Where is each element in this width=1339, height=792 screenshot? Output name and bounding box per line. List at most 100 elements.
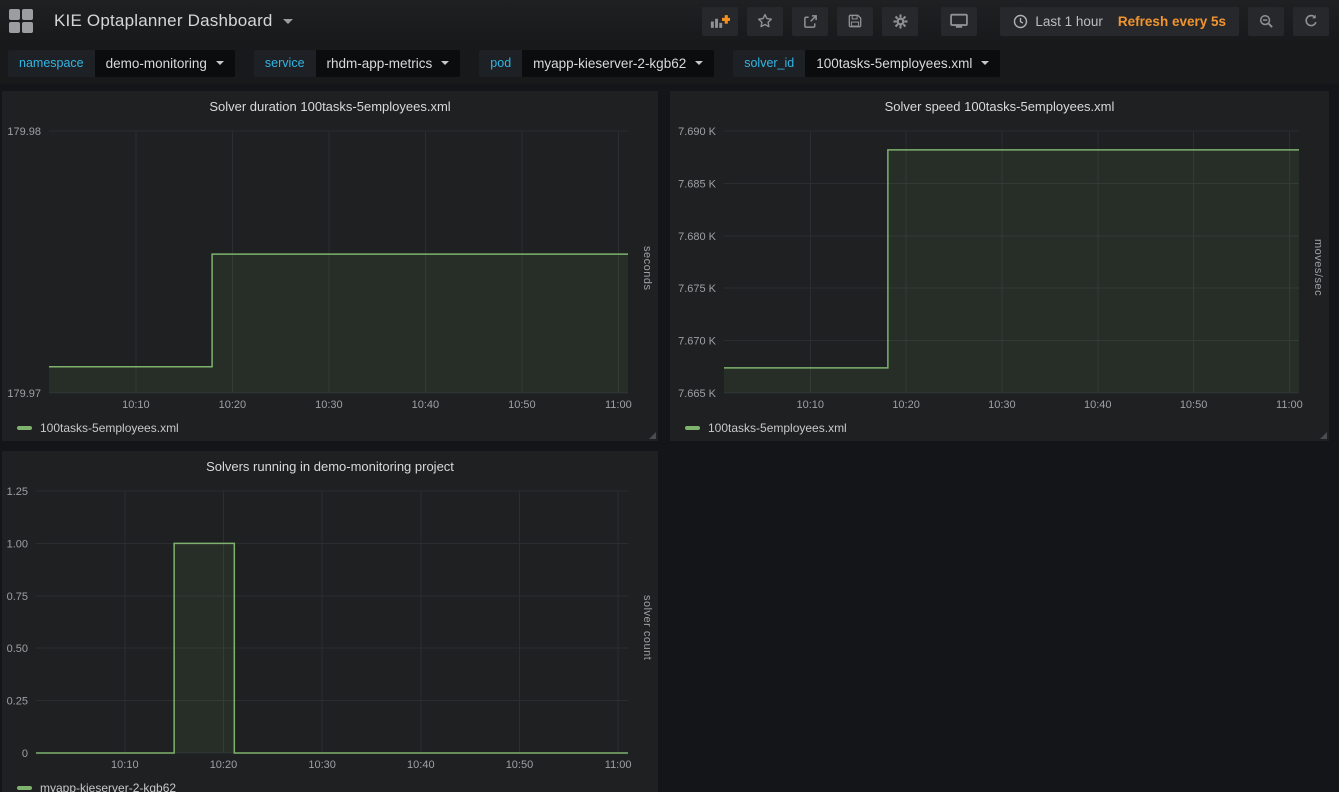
svg-text:10:30: 10:30 — [308, 759, 336, 771]
caret-down-icon — [441, 61, 449, 65]
add-panel-button[interactable] — [702, 7, 738, 36]
svg-text:10:20: 10:20 — [219, 399, 247, 411]
legend-series-dash-icon — [17, 786, 32, 790]
tv-cycle-view-button[interactable] — [941, 7, 977, 36]
svg-text:10:40: 10:40 — [412, 399, 440, 411]
navbar: KIE Optaplanner Dashboard — [0, 0, 1339, 42]
variable-name-label: pod — [479, 50, 522, 77]
chart-legend: myapp-kieserver-2-kgb62 — [2, 775, 658, 792]
legend-series-label[interactable]: myapp-kieserver-2-kgb62 — [40, 781, 176, 792]
svg-text:10:50: 10:50 — [506, 759, 534, 771]
svg-text:10:40: 10:40 — [1084, 399, 1112, 411]
svg-text:10:50: 10:50 — [508, 399, 536, 411]
variable-value-text: demo-monitoring — [106, 56, 207, 71]
share-dashboard-button[interactable] — [792, 7, 828, 36]
grafana-logo-icon[interactable] — [9, 9, 33, 33]
panel-title[interactable]: Solver speed 100tasks-5employees.xml — [670, 91, 1329, 121]
refresh-dashboard-button[interactable] — [1293, 7, 1329, 36]
time-series-chart[interactable]: 7.665 K 7.670 K 7.675 K 7.680 K 7.685 K 7.690… — [670, 121, 1329, 415]
clock-icon — [1013, 14, 1028, 29]
variable-name-label: solver_id — [733, 50, 805, 77]
svg-text:1.25: 1.25 — [7, 486, 28, 498]
variable-service: service rhdm-app-metrics — [254, 50, 460, 77]
y-axis-unit-label: moves/sec — [1312, 121, 1324, 415]
zoom-out-time-button[interactable] — [1248, 7, 1284, 36]
y-axis-unit-label: solver count — [641, 481, 653, 775]
share-icon — [803, 14, 818, 29]
svg-text:1.00: 1.00 — [7, 538, 28, 550]
caret-down-icon — [981, 61, 989, 65]
svg-text:0.50: 0.50 — [7, 643, 28, 655]
panel-solver-duration: Solver duration 100tasks-5employees.xml … — [2, 91, 658, 441]
time-range-label: Last 1 hour — [1035, 14, 1103, 29]
svg-text:10:40: 10:40 — [407, 759, 435, 771]
chart-legend: 100tasks-5employees.xml — [670, 415, 1329, 441]
caret-down-icon — [695, 61, 703, 65]
svg-text:7.690 K: 7.690 K — [678, 126, 717, 138]
magnifier-minus-icon — [1259, 14, 1274, 29]
svg-text:179.98: 179.98 — [7, 126, 41, 138]
panel-title[interactable]: Solvers running in demo-monitoring proje… — [2, 451, 658, 481]
star-icon — [757, 13, 773, 29]
save-dashboard-button[interactable] — [837, 7, 873, 36]
legend-series-label[interactable]: 100tasks-5employees.xml — [40, 421, 179, 435]
svg-text:10:20: 10:20 — [892, 399, 920, 411]
refresh-icon — [1304, 14, 1318, 28]
svg-text:7.675 K: 7.675 K — [678, 283, 717, 295]
variable-value-text: myapp-kieserver-2-kgb62 — [533, 56, 686, 71]
variable-solver-id: solver_id 100tasks-5employees.xml — [733, 50, 1000, 77]
svg-text:11:00: 11:00 — [1276, 399, 1303, 411]
panel-solver-speed: Solver speed 100tasks-5employees.xml 7.6… — [670, 91, 1329, 441]
panel-solvers-running: Solvers running in demo-monitoring proje… — [2, 451, 658, 792]
svg-text:179.97: 179.97 — [7, 388, 41, 400]
legend-series-label[interactable]: 100tasks-5employees.xml — [708, 421, 847, 435]
variable-pod: pod myapp-kieserver-2-kgb62 — [479, 50, 714, 77]
gear-icon — [893, 14, 908, 29]
variable-name-label: namespace — [8, 50, 95, 77]
panel-resize-handle-icon[interactable] — [649, 432, 656, 439]
star-dashboard-button[interactable] — [747, 7, 783, 36]
svg-text:10:30: 10:30 — [315, 399, 343, 411]
dashboard-title[interactable]: KIE Optaplanner Dashboard — [54, 11, 273, 31]
chart-legend: 100tasks-5employees.xml — [2, 415, 658, 441]
bar-chart-plus-icon — [710, 14, 730, 29]
svg-text:10:20: 10:20 — [210, 759, 238, 771]
panel-title[interactable]: Solver duration 100tasks-5employees.xml — [2, 91, 658, 121]
dashboard-title-caret-icon[interactable] — [283, 19, 293, 24]
svg-text:7.665 K: 7.665 K — [678, 388, 717, 400]
variable-value-text: 100tasks-5employees.xml — [816, 56, 972, 71]
svg-text:10:30: 10:30 — [988, 399, 1016, 411]
svg-text:10:50: 10:50 — [1180, 399, 1208, 411]
variable-value-text: rhdm-app-metrics — [327, 56, 433, 71]
variable-value-dropdown[interactable]: 100tasks-5employees.xml — [805, 50, 1000, 77]
svg-text:0: 0 — [22, 748, 28, 760]
svg-text:11:00: 11:00 — [605, 399, 632, 411]
refresh-interval-label: Refresh every 5s — [1118, 14, 1226, 29]
svg-text:11:00: 11:00 — [605, 759, 632, 771]
tv-icon — [950, 13, 968, 29]
time-series-chart[interactable]: 0 0.25 0.50 0.75 1.00 1.25 10:10 10:20 10:30 10:4… — [2, 481, 658, 775]
time-range-picker[interactable]: Last 1 hour Refresh every 5s — [1000, 7, 1239, 36]
y-axis-unit-label: seconds — [641, 121, 653, 415]
save-icon — [848, 14, 862, 28]
svg-text:0.75: 0.75 — [7, 591, 28, 603]
template-variables-row: namespace demo-monitoring service rhdm-a… — [0, 42, 1339, 84]
variable-name-label: service — [254, 50, 316, 77]
time-series-chart[interactable]: 179.97 179.98 10:10 10:20 10:30 10:40 10:50 11:… — [2, 121, 658, 415]
svg-text:10:10: 10:10 — [111, 759, 139, 771]
variable-value-dropdown[interactable]: demo-monitoring — [95, 50, 235, 77]
svg-text:10:10: 10:10 — [122, 399, 150, 411]
caret-down-icon — [216, 61, 224, 65]
variable-value-dropdown[interactable]: rhdm-app-metrics — [316, 50, 461, 77]
legend-series-dash-icon — [685, 426, 700, 430]
svg-text:0.25: 0.25 — [7, 696, 28, 708]
dashboard-settings-button[interactable] — [882, 7, 918, 36]
svg-text:7.685 K: 7.685 K — [678, 178, 717, 190]
variable-namespace: namespace demo-monitoring — [8, 50, 235, 77]
svg-text:7.680 K: 7.680 K — [678, 231, 717, 243]
svg-text:10:10: 10:10 — [796, 399, 824, 411]
panel-resize-handle-icon[interactable] — [1320, 432, 1327, 439]
svg-text:7.670 K: 7.670 K — [678, 336, 717, 348]
variable-value-dropdown[interactable]: myapp-kieserver-2-kgb62 — [522, 50, 714, 77]
legend-series-dash-icon — [17, 426, 32, 430]
